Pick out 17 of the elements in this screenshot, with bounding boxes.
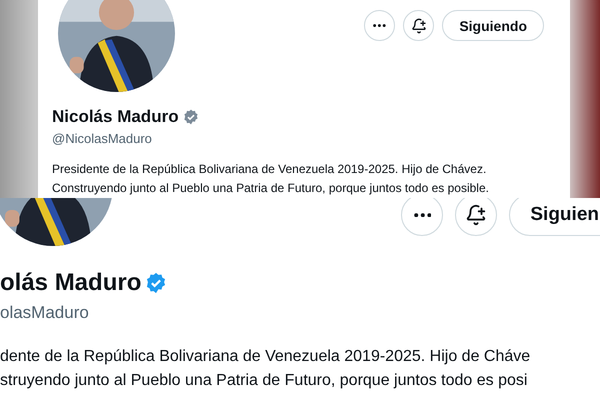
notify-button[interactable]: [403, 10, 434, 41]
following-button[interactable]: Siguiendo: [442, 10, 544, 41]
profile-name: Nicolás Maduro: [52, 107, 179, 127]
profile-handle: @NicolasMaduro: [52, 131, 153, 146]
bio-text: Construyendo junto al Pueblo una Patria de Futuro, porque juntos todo es posible.: [52, 180, 490, 197]
bell-plus-icon: [410, 18, 427, 34]
bio-text: Presidente de la República Bolivariana de Venezuela 2019-2025. Hijo de Chávez.: [52, 161, 488, 178]
profile-handle: olasMaduro: [0, 303, 90, 323]
following-button[interactable]: Siguien: [509, 198, 600, 236]
notify-button[interactable]: [455, 198, 498, 236]
more-button[interactable]: [401, 198, 444, 236]
bio-text: struyendo junto al Pueblo una Patria de Futuro, porque juntos todo es posi: [0, 371, 528, 391]
profile-name: olás Maduro: [0, 269, 142, 297]
more-icon: [414, 212, 432, 218]
bio-text: dente de la República Bolivariana de Venezuela 2019-2025. Hijo de Cháve: [0, 347, 532, 367]
bell-plus-icon: [465, 204, 488, 226]
more-icon: [373, 24, 386, 28]
